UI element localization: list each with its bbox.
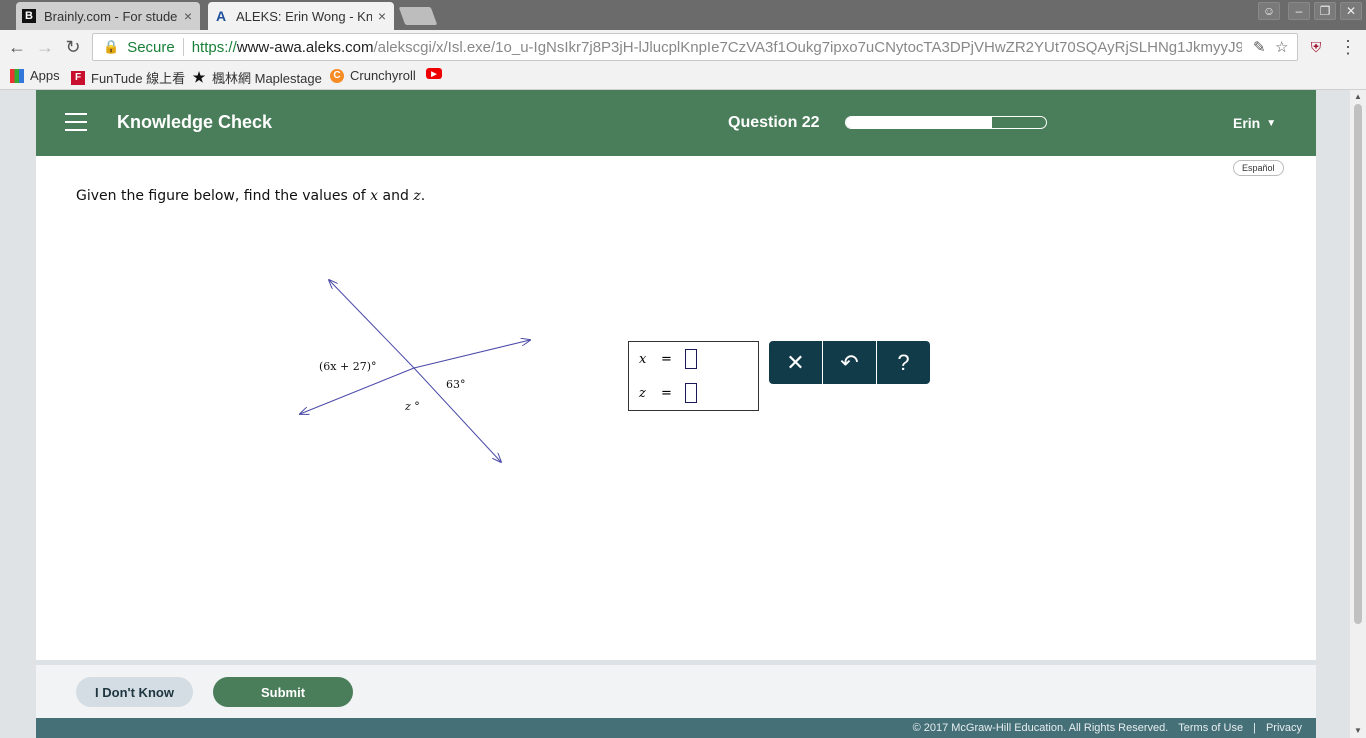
intersecting-lines-figure: (6x + 27)° 63° z ° [291,278,551,478]
line-descending [329,280,415,369]
close-tab-icon[interactable]: × [184,8,192,24]
youtube-icon: ▶ [426,68,442,79]
bookmark-funtude[interactable]: F FunTude 線上看 [71,68,185,87]
answer-var-label: z [639,385,646,401]
user-name: Erin [1233,115,1261,131]
minimize-icon[interactable]: – [1288,2,1310,20]
submit-button[interactable]: Submit [213,677,353,707]
browser-toolbar: ← → ↻ 🔒 Secure https://www-awa.aleks.com… [0,30,1366,64]
progress-bar [845,116,1047,129]
z-input[interactable] [685,383,697,403]
url-path: /alekscgi/x/Isl.exe/1o_u-IgNsIkr7j8P3jH-… [373,38,1242,56]
scroll-up-icon[interactable]: ▲ [1354,92,1362,101]
aleks-icon: A [215,8,227,24]
menu-dots-icon[interactable]: ⋮ [1337,36,1359,58]
reload-icon[interactable]: ↻ [62,36,84,58]
url-host: www-awa.aleks.com [236,38,374,56]
profile-icon[interactable]: ☺ [1258,2,1280,20]
window-close-icon[interactable]: ✕ [1340,2,1362,20]
question-number: Question 22 [728,114,820,131]
bookmarks-bar: Apps F FunTude 線上看 ★ 楓林網 Maplestage C Cr… [0,64,1366,90]
line-ascending [300,367,415,414]
new-tab-button[interactable] [398,7,438,25]
answer-box: x = z = [628,341,759,411]
language-toggle-button[interactable]: Español [1233,160,1284,176]
angle-label-right: 63° [446,378,466,391]
browser-tab-strip: B Brainly.com - For studer × A ALEKS: Er… [0,0,1366,30]
prompt-var-x: x [370,188,379,204]
tab-brainly[interactable]: B Brainly.com - For studer × [16,2,200,30]
tab-title: ALEKS: Erin Wong - Kno [236,8,372,24]
answer-actions: ✕ ↶ ? [769,341,930,384]
answer-footer: I Don't Know Submit [36,660,1316,718]
forward-arrow-icon[interactable]: → [34,36,56,58]
terms-link[interactable]: Terms of Use [1178,722,1243,734]
close-icon: ✕ [786,349,805,375]
undo-icon: ↶ [840,349,859,375]
scroll-down-icon[interactable]: ▼ [1354,726,1362,735]
bookmark-label: Crunchyroll [350,68,416,83]
bookmark-apps[interactable]: Apps [10,68,60,83]
undo-button[interactable]: ↶ [823,341,876,384]
bookmark-crunchyroll[interactable]: C Crunchyroll [330,68,416,83]
lock-icon: 🔒 [103,39,120,54]
help-button[interactable]: ? [877,341,930,384]
bookmark-star-icon[interactable]: ☆ [1275,38,1288,56]
answer-row-x: x = [639,349,697,369]
restore-icon[interactable]: ❐ [1314,2,1336,20]
equals-sign: = [661,385,672,401]
paint-icon[interactable]: ✎ [1253,38,1266,56]
prompt-text: Given the figure below, find the values … [76,188,371,204]
scroll-thumb[interactable] [1354,104,1362,624]
line-ascending [413,340,530,369]
bookmark-label: FunTude 線上看 [91,71,186,86]
help-icon: ? [897,349,910,375]
url-scheme: https:// [191,38,237,56]
answer-row-z: z = [639,383,697,403]
bookmark-youtube[interactable]: ▶ [426,68,448,79]
page-title: Knowledge Check [117,112,273,132]
answer-var-label: x [639,351,647,367]
prompt-text: . [420,188,426,204]
i-dont-know-button[interactable]: I Don't Know [76,677,193,707]
question-prompt: Given the figure below, find the values … [76,188,425,204]
prompt-var-z: z [413,188,421,204]
x-input[interactable] [685,349,697,369]
brainly-icon: B [22,9,36,23]
clear-button[interactable]: ✕ [769,341,822,384]
bookmark-maplestage[interactable]: ★ 楓林網 Maplestage [192,68,322,87]
tab-aleks[interactable]: A ALEKS: Erin Wong - Kno × [208,2,394,30]
chevron-down-icon: ▼ [1266,117,1277,129]
user-menu[interactable]: Erin ▼ [1233,115,1276,131]
url-text: https://www-awa.aleks.com/alekscgi/x/Isl… [192,39,1242,56]
privacy-link[interactable]: Privacy [1266,722,1302,734]
page-scrollbar[interactable]: ▲ ▼ [1350,90,1366,738]
hamburger-menu-icon[interactable] [65,113,87,131]
bookmark-label: 楓林網 Maplestage [212,71,322,86]
apps-grid-icon [10,68,24,83]
bookmark-label: Apps [30,68,60,83]
legal-divider: | [1253,722,1256,734]
back-arrow-icon[interactable]: ← [6,36,28,58]
secure-label: Secure [127,38,175,56]
crunchyroll-icon: C [330,68,344,83]
close-tab-icon[interactable]: × [378,8,386,24]
tab-title: Brainly.com - For studer [44,8,178,24]
funtude-icon: F [71,70,85,85]
equals-sign: = [661,351,672,367]
progress-fill [846,117,992,128]
angle-label-bottom: z ° [404,400,420,413]
ublock-shield-icon[interactable]: ⛨ [1305,36,1327,58]
angle-label-left: (6x + 27)° [319,360,377,373]
maplestage-icon: ★ [192,69,206,85]
top-bar: Knowledge Check Question 22 Erin ▼ [36,90,1316,156]
prompt-text: and [378,188,414,204]
address-divider [182,38,184,56]
aleks-page: Knowledge Check Question 22 Erin ▼ Españ… [36,90,1316,738]
copyright-text: © 2017 McGraw-Hill Education. All Rights… [912,722,1169,734]
address-bar[interactable]: 🔒 Secure https://www-awa.aleks.com/aleks… [92,33,1298,61]
legal-bar: © 2017 McGraw-Hill Education. All Rights… [36,718,1316,738]
